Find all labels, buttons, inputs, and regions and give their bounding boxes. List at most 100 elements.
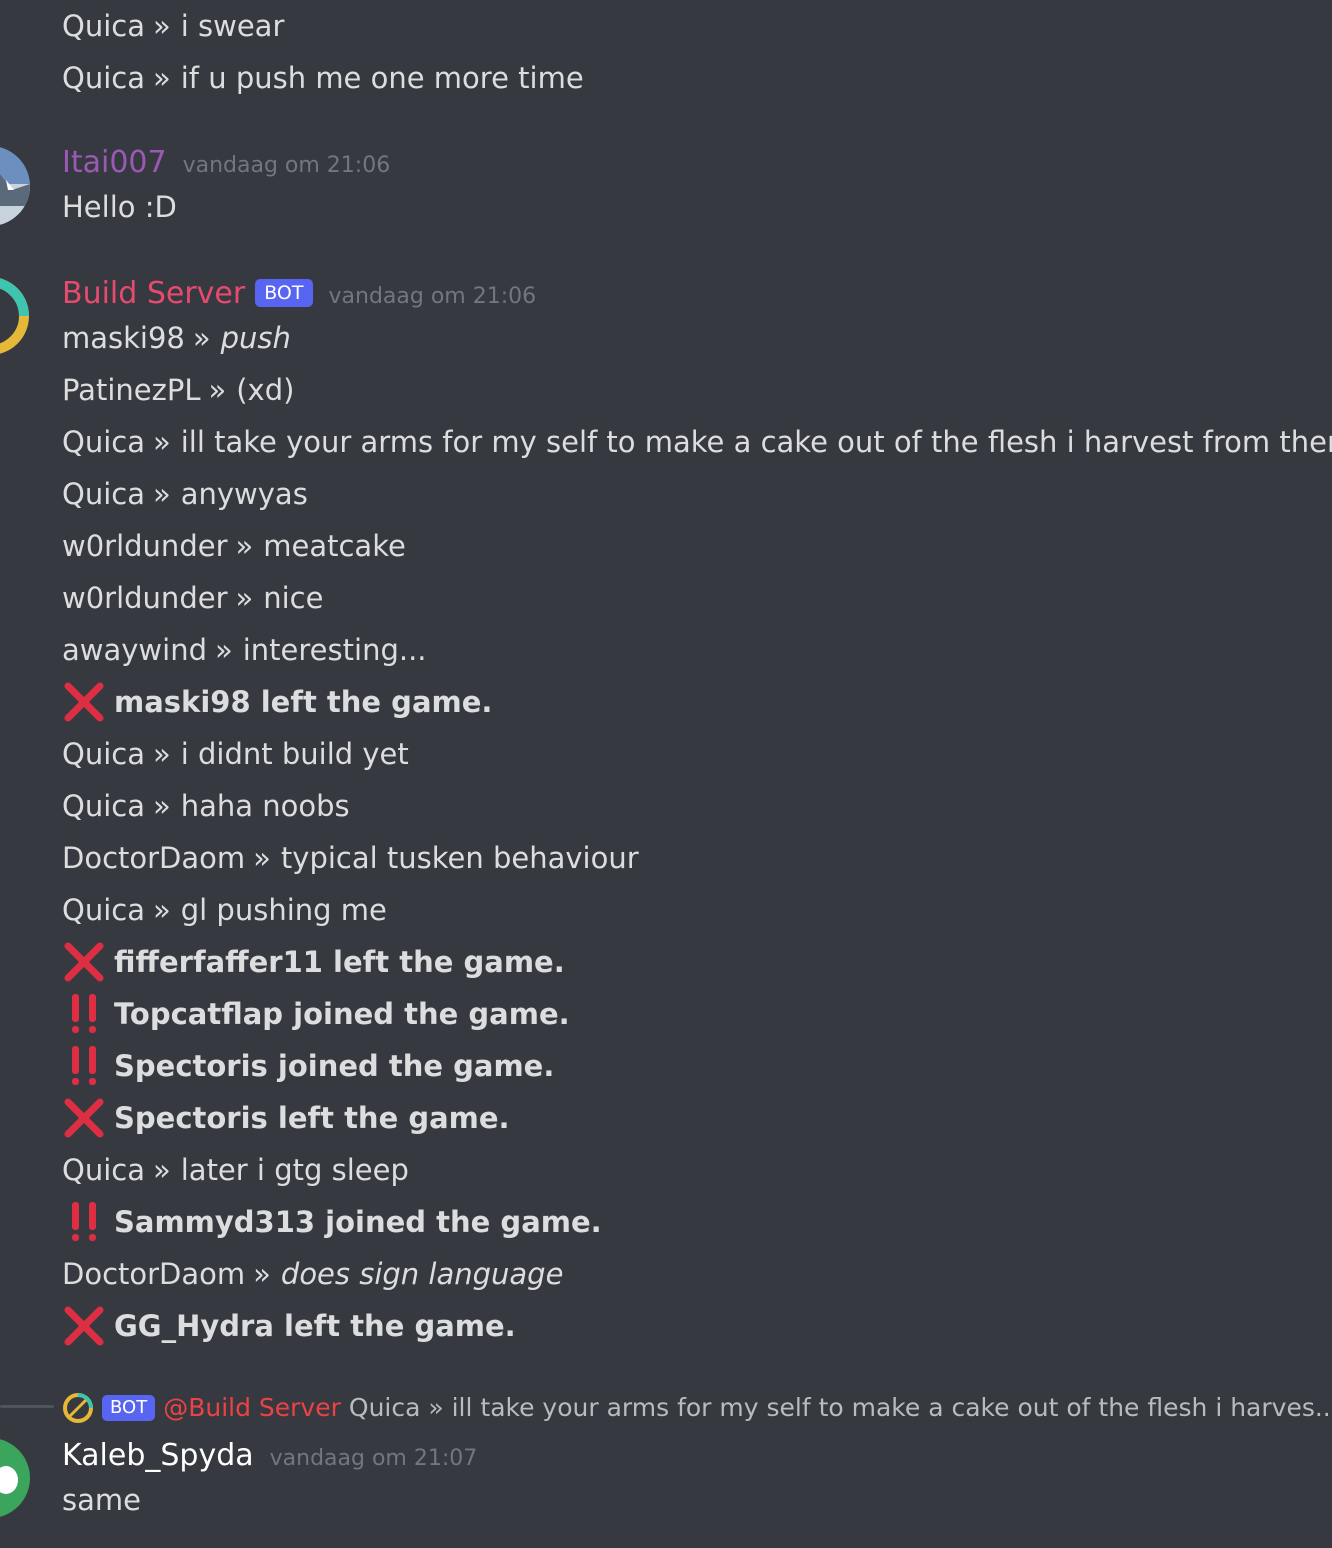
separator: »	[235, 529, 254, 563]
chat-author: Quica	[62, 477, 145, 511]
status-line-joined: Sammyd313 joined the game.	[62, 1200, 602, 1244]
status-line-left: GG_Hydra left the game.	[62, 1304, 516, 1348]
chat-text: haha noobs	[180, 789, 350, 823]
chat-text: later i gtg sleep	[180, 1153, 409, 1187]
bot-badge: BOT	[102, 1395, 156, 1421]
message-header: Itai007 vandaag om 21:06	[62, 143, 390, 183]
chat-line: Quica» ill take your arms for my self to …	[62, 422, 1332, 462]
reply-mention[interactable]: @Build Server	[163, 1390, 341, 1426]
double-exclamation-icon	[62, 992, 106, 1036]
chat-author: Quica	[62, 737, 145, 771]
message-text: Hello :D	[62, 190, 177, 224]
chat-line: Quica» i didnt build yet	[62, 734, 409, 774]
chat-author: Quica	[62, 9, 145, 43]
cross-mark-icon	[62, 680, 106, 724]
chat-line: maski98» push	[62, 318, 291, 358]
chat-text: i swear	[180, 9, 285, 43]
separator: »	[215, 633, 233, 667]
chat-line: Quica» anywyas	[62, 474, 308, 514]
chat-line: Quica» haha noobs	[62, 786, 350, 826]
chat-author: Quica	[62, 61, 145, 95]
separator: »	[192, 321, 211, 355]
chat-text: does sign language	[280, 1257, 564, 1291]
chat-line: DoctorDaom» typical tusken behaviour	[62, 838, 639, 878]
avatar-itai007[interactable]	[0, 146, 30, 226]
chat-line: w0rldunder» nice	[62, 578, 323, 618]
chat-line: PatinezPL» (xd)	[62, 370, 294, 410]
chat-text: typical tusken behaviour	[280, 841, 639, 875]
separator: »	[152, 893, 171, 927]
separator: »	[253, 1257, 271, 1291]
separator: »	[152, 425, 171, 459]
status-text: Spectoris left the game.	[114, 1101, 510, 1135]
build-server-mini-avatar-icon	[62, 1392, 94, 1424]
separator: »	[152, 9, 171, 43]
timestamp: vandaag om 21:06	[182, 153, 391, 178]
cross-mark-icon	[62, 1304, 106, 1348]
status-text: GG_Hydra left the game.	[114, 1309, 516, 1343]
chat-line: w0rldunder» meatcake	[62, 526, 406, 566]
reply-spine	[0, 1405, 54, 1408]
double-exclamation-icon	[62, 1200, 106, 1244]
separator: »	[152, 1153, 171, 1187]
status-text: Topcatflap joined the game.	[114, 997, 570, 1031]
username-build-server[interactable]: Build Server	[62, 274, 245, 314]
separator: »	[253, 841, 271, 875]
chat-line: DoctorDaom» does sign language	[62, 1254, 563, 1294]
avatar-kaleb-spyda[interactable]	[0, 1438, 30, 1518]
status-text: fifferfaffer11 left the game.	[114, 945, 565, 979]
chat-text: anywyas	[180, 477, 308, 511]
chat-text: gl pushing me	[180, 893, 387, 927]
message-line: Quica» i swear	[62, 6, 284, 46]
chat-text: meatcake	[263, 529, 406, 563]
chat-line: Quica» gl pushing me	[62, 890, 387, 930]
chat-text: interesting...	[242, 633, 427, 667]
message-header: Build Server BOT vandaag om 21:06	[62, 274, 536, 314]
username-kaleb-spyda[interactable]: Kaleb_Spyda	[62, 1436, 254, 1476]
separator: »	[152, 737, 171, 771]
chat-line: Quica» later i gtg sleep	[62, 1150, 409, 1190]
separator: »	[235, 581, 254, 615]
message-text: same	[62, 1483, 141, 1517]
status-text: maski98 left the game.	[114, 685, 493, 719]
status-text: Spectoris joined the game.	[114, 1049, 555, 1083]
reply-reference[interactable]: BOT @Build Server Quica » ill take your …	[62, 1390, 1332, 1426]
chat-author: PatinezPL	[62, 373, 201, 407]
chat-author: Quica	[62, 1153, 145, 1187]
separator: »	[152, 61, 171, 95]
status-line-left: maski98 left the game.	[62, 680, 492, 724]
bot-badge: BOT	[255, 279, 313, 307]
reply-preview[interactable]: Quica » ill take your arms for my self t…	[349, 1390, 1332, 1426]
chat-author: w0rldunder	[62, 529, 228, 563]
chat-text: push	[220, 321, 291, 355]
status-line-joined: Topcatflap joined the game.	[62, 992, 570, 1036]
chat-text: ill take your arms for my self to make a…	[180, 425, 1332, 459]
chat-text: nice	[263, 581, 324, 615]
chat-author: Quica	[62, 789, 145, 823]
chat-text: (xd)	[236, 373, 295, 407]
chat-author: DoctorDaom	[62, 1257, 246, 1291]
chat-text: i didnt build yet	[180, 737, 409, 771]
chat-author: DoctorDaom	[62, 841, 246, 875]
separator: »	[208, 373, 227, 407]
double-exclamation-icon	[62, 1044, 106, 1088]
timestamp: vandaag om 21:07	[269, 1446, 478, 1471]
chat-author: Quica	[62, 425, 145, 459]
cross-mark-icon	[62, 940, 106, 984]
status-text: Sammyd313 joined the game.	[114, 1205, 602, 1239]
separator: »	[152, 477, 171, 511]
chat-line: awaywind» interesting...	[62, 630, 427, 670]
cross-mark-icon	[62, 1096, 106, 1140]
status-line-left: fifferfaffer11 left the game.	[62, 940, 565, 984]
chat-author: awaywind	[62, 633, 207, 667]
chat-author: maski98	[62, 321, 185, 355]
separator: »	[152, 789, 171, 823]
status-line-joined: Spectoris joined the game.	[62, 1044, 554, 1088]
username-itai007[interactable]: Itai007	[62, 143, 167, 183]
chat-author: w0rldunder	[62, 581, 228, 615]
avatar-build-server[interactable]	[0, 276, 30, 356]
message-header: Kaleb_Spyda vandaag om 21:07	[62, 1436, 477, 1476]
chat-author: Quica	[62, 893, 145, 927]
timestamp: vandaag om 21:06	[328, 284, 537, 309]
status-line-left: Spectoris left the game.	[62, 1096, 510, 1140]
